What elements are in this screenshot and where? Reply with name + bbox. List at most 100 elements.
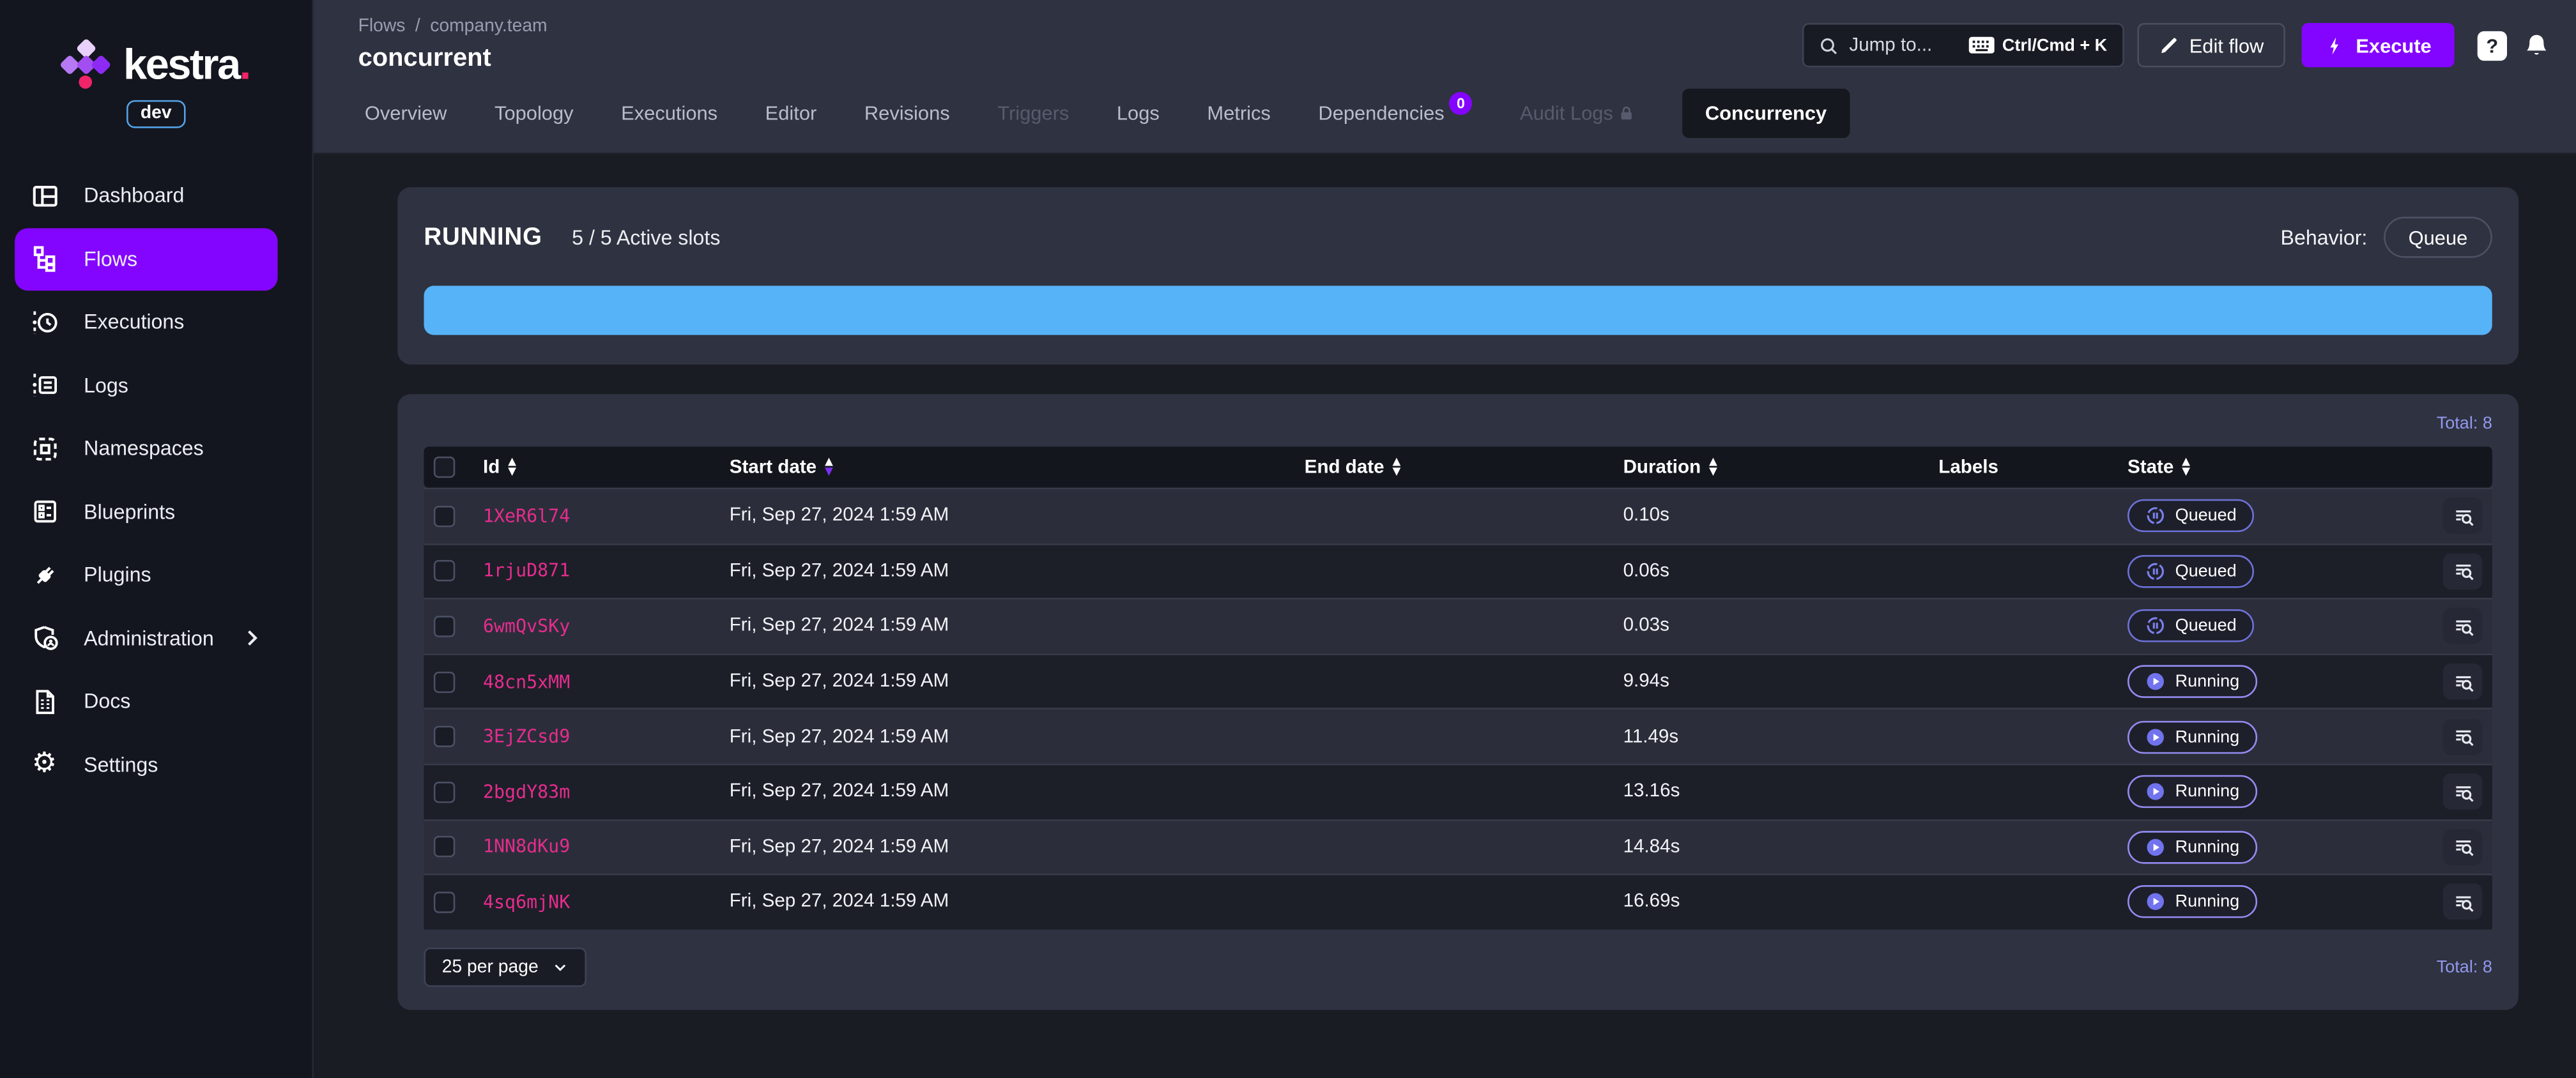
view-logs-button[interactable]: [2442, 664, 2483, 700]
state-cell: Queued: [2128, 545, 2432, 598]
state-badge-queued: Queued: [2128, 610, 2255, 643]
end-date-cell: [1305, 655, 1623, 708]
sort-arrows-icon[interactable]: ▲ ▼: [1392, 457, 1400, 476]
row-checkbox[interactable]: [433, 616, 456, 637]
sidebar-item-logs[interactable]: Logs: [15, 354, 277, 417]
sidebar-item-settings[interactable]: ⚙ Settings: [15, 733, 277, 796]
sidebar-item-executions[interactable]: Executions: [15, 291, 277, 354]
sidebar-item-blueprints[interactable]: Blueprints: [15, 480, 277, 543]
state-badge-running: Running: [2128, 720, 2258, 754]
pagination-row: 25 per page Total: 8: [424, 947, 2492, 987]
sidebar-item-namespaces[interactable]: Namespaces: [15, 417, 277, 480]
row-checkbox[interactable]: [433, 726, 456, 748]
table-total-bottom: Total: 8: [2436, 957, 2492, 977]
view-logs-button[interactable]: [2442, 773, 2483, 810]
behavior-block: Behavior: Queue: [2280, 216, 2492, 258]
start-date-cell: Fri, Sep 27, 2024 1:59 AM: [729, 782, 949, 802]
breadcrumb-namespace[interactable]: company.team: [430, 17, 547, 36]
column-header-duration[interactable]: Duration ▲ ▼: [1623, 446, 1939, 487]
tab-editor[interactable]: Editor: [765, 102, 817, 125]
tab-label: Metrics: [1207, 102, 1271, 125]
sort-arrows-icon[interactable]: ▲ ▼: [1709, 457, 1717, 476]
page-title: concurrent: [358, 44, 491, 73]
sidebar-item-flows[interactable]: Flows: [15, 227, 278, 291]
tab-label: Revisions: [864, 102, 950, 125]
edit-flow-button[interactable]: Edit flow: [2136, 23, 2285, 68]
row-checkbox[interactable]: [433, 505, 456, 527]
row-select-cell: [424, 876, 483, 929]
sidebar-item-dashboard[interactable]: Dashboard: [15, 164, 277, 227]
select-all-checkbox[interactable]: [433, 456, 456, 478]
breadcrumb-flows[interactable]: Flows: [358, 17, 406, 36]
row-checkbox[interactable]: [433, 836, 456, 858]
column-label: End date: [1304, 457, 1384, 477]
sort-arrows-icon[interactable]: ▲ ▼: [825, 457, 833, 476]
behavior-label: Behavior:: [2280, 225, 2368, 249]
sidebar-item-plugins[interactable]: Plugins: [15, 543, 277, 607]
state-label: Running: [2175, 782, 2240, 802]
column-header-start-date[interactable]: Start date ▲ ▼: [730, 446, 1305, 487]
table-total-top: Total: 8: [2436, 414, 2492, 434]
sort-arrows-icon[interactable]: ▲ ▼: [2182, 457, 2190, 476]
execute-button[interactable]: Execute: [2301, 23, 2455, 68]
blueprints-icon: [29, 497, 59, 527]
execution-id-link[interactable]: 1XeR6l74: [483, 505, 570, 526]
kestra-logo-mark-icon: [59, 38, 112, 89]
tab-label: Executions: [621, 102, 718, 125]
column-header-end-date[interactable]: End date ▲ ▼: [1305, 446, 1623, 487]
jump-to-search[interactable]: Jump to... Ctrl/Cmd + K: [1801, 23, 2124, 68]
row-checkbox[interactable]: [433, 781, 456, 803]
running-state-icon: [2145, 727, 2165, 747]
tab-metrics[interactable]: Metrics: [1207, 102, 1270, 125]
sidebar-item-docs[interactable]: Docs: [15, 670, 277, 733]
row-select-cell: [424, 821, 483, 874]
header: Flows / company.team concurrent Jump to.…: [314, 0, 2576, 155]
tab-executions[interactable]: Executions: [621, 102, 717, 125]
duration-cell: 0.03s: [1623, 616, 1669, 637]
kestra-wordmark: kestra.: [123, 39, 251, 89]
view-logs-button[interactable]: [2442, 884, 2483, 921]
row-select-cell: [424, 600, 483, 653]
sidebar-item-administration[interactable]: Administration: [15, 607, 277, 670]
view-logs-button[interactable]: [2442, 553, 2483, 589]
row-checkbox[interactable]: [433, 892, 456, 913]
execution-id-link[interactable]: 48cn5xMM: [483, 671, 570, 692]
column-header-id[interactable]: Id ▲ ▼: [483, 446, 730, 487]
tab-label: Logs: [1116, 102, 1160, 125]
row-actions-cell: [2432, 876, 2492, 929]
sort-arrows-icon[interactable]: ▲ ▼: [508, 457, 516, 476]
row-select-cell: [424, 710, 483, 764]
execution-id-link[interactable]: 2bgdY83m: [483, 781, 570, 802]
end-date-cell: [1305, 545, 1623, 598]
execution-id-link[interactable]: 1NN8dKu9: [483, 837, 570, 858]
notifications-bell-icon[interactable]: [2524, 32, 2550, 58]
view-logs-button[interactable]: [2442, 829, 2483, 865]
flow-tabs: Overview Topology Executions Editor Revision…: [314, 74, 2576, 153]
view-logs-button[interactable]: [2442, 718, 2483, 755]
tab-logs[interactable]: Logs: [1117, 102, 1160, 125]
table-body: 1XeR6l74 Fri, Sep 27, 2024 1:59 AM 0.10s Qu…: [424, 487, 2492, 929]
state-cell: Running: [2128, 821, 2432, 874]
execution-id-link[interactable]: 6wmQvSKy: [483, 616, 570, 637]
kestra-logo[interactable]: kestra.: [59, 38, 251, 89]
tab-dependencies[interactable]: Dependencies 0: [1318, 92, 1473, 125]
help-button[interactable]: ?: [2477, 30, 2507, 60]
behavior-value-pill[interactable]: Queue: [2384, 216, 2492, 258]
tab-overview[interactable]: Overview: [365, 102, 447, 125]
tab-concurrency[interactable]: Concurrency: [1682, 88, 1850, 138]
column-header-state[interactable]: State ▲ ▼: [2128, 446, 2432, 487]
tab-revisions[interactable]: Revisions: [864, 102, 950, 125]
row-actions-cell: [2432, 489, 2492, 543]
per-page-select[interactable]: 25 per page: [424, 947, 586, 987]
view-logs-button[interactable]: [2442, 608, 2483, 645]
start-date-cell: Fri, Sep 27, 2024 1:59 AM: [729, 837, 949, 857]
view-logs-button[interactable]: [2442, 497, 2483, 535]
sidebar-item-label: Namespaces: [84, 437, 204, 460]
row-checkbox[interactable]: [433, 560, 456, 582]
tab-topology[interactable]: Topology: [494, 102, 574, 125]
execution-id-link[interactable]: 4sq6mjNK: [483, 892, 570, 913]
start-date-cell: Fri, Sep 27, 2024 1:59 AM: [729, 671, 949, 692]
row-checkbox[interactable]: [433, 671, 456, 693]
execution-id-link[interactable]: 1rjuD871: [483, 561, 570, 582]
execution-id-link[interactable]: 3EjZCsd9: [483, 726, 570, 747]
